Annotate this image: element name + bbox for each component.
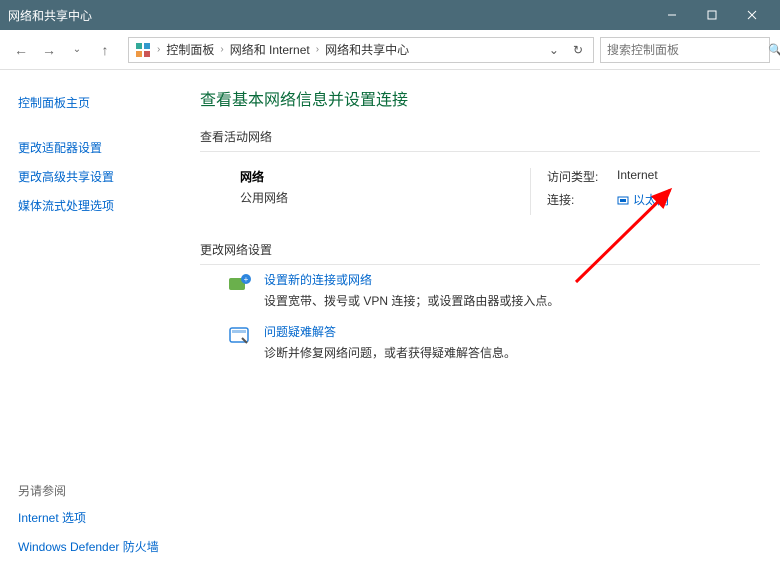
option-troubleshoot-desc: 诊断并修复网络问题，或者获得疑难解答信息。 [264, 344, 516, 361]
close-icon [747, 10, 757, 20]
recent-dropdown[interactable]: ⌄ [66, 39, 88, 61]
titlebar: 网络和共享中心 [0, 0, 780, 30]
sidebar-home-link[interactable]: 控制面板主页 [18, 88, 170, 117]
address-dropdown[interactable]: ⌄ [545, 43, 563, 57]
minimize-button[interactable] [652, 0, 692, 30]
connection-name: 以太网 [633, 191, 669, 208]
control-panel-icon [135, 42, 151, 58]
breadcrumb-item[interactable]: 网络和共享中心 [325, 41, 409, 58]
sidebar-link-advanced-sharing[interactable]: 更改高级共享设置 [18, 162, 170, 191]
connection-link[interactable]: 以太网 [617, 191, 669, 208]
troubleshoot-icon [226, 323, 254, 351]
option-new-connection-desc: 设置宽带、拨号或 VPN 连接；或设置路由器或接入点。 [264, 292, 559, 309]
change-settings-heading: 更改网络设置 [200, 241, 760, 265]
option-new-connection-link[interactable]: 设置新的连接或网络 [264, 271, 559, 288]
minimize-icon [667, 10, 677, 20]
network-category: 公用网络 [240, 189, 530, 206]
page-title: 查看基本网络信息并设置连接 [200, 86, 760, 110]
sidebar-link-media-streaming[interactable]: 媒体流式处理选项 [18, 191, 170, 220]
chevron-right-icon: › [157, 44, 160, 55]
address-bar[interactable]: › 控制面板 › 网络和 Internet › 网络和共享中心 ⌄ ↻ [128, 37, 594, 63]
window-title: 网络和共享中心 [8, 7, 652, 24]
refresh-button[interactable]: ↻ [569, 43, 587, 57]
svg-text:+: + [244, 275, 249, 284]
breadcrumb-item[interactable]: 网络和 Internet [230, 41, 310, 58]
sidebar-link-adapter-settings[interactable]: 更改适配器设置 [18, 133, 170, 162]
option-troubleshoot-link[interactable]: 问题疑难解答 [264, 323, 516, 340]
back-button[interactable]: ← [10, 39, 32, 61]
sidebar-link-defender-firewall[interactable]: Windows Defender 防火墙 [18, 532, 170, 561]
maximize-icon [707, 10, 717, 20]
search-input[interactable] [607, 43, 762, 57]
navbar: ← → ⌄ ↑ › 控制面板 › 网络和 Internet › 网络和共享中心 … [0, 30, 780, 70]
maximize-button[interactable] [692, 0, 732, 30]
see-also-heading: 另请参阅 [18, 482, 170, 499]
sidebar: 控制面板主页 更改适配器设置 更改高级共享设置 媒体流式处理选项 另请参阅 In… [0, 70, 180, 585]
close-button[interactable] [732, 0, 772, 30]
access-type-value: Internet [617, 168, 658, 185]
content-area: 查看基本网络信息并设置连接 查看活动网络 网络 公用网络 访问类型: Inter… [180, 70, 780, 585]
access-type-label: 访问类型: [547, 168, 607, 185]
option-new-connection: + 设置新的连接或网络 设置宽带、拨号或 VPN 连接；或设置路由器或接入点。 [226, 271, 760, 309]
forward-button[interactable]: → [38, 39, 60, 61]
breadcrumb-item[interactable]: 控制面板 [166, 41, 214, 58]
new-connection-icon: + [226, 271, 254, 299]
active-network-row: 网络 公用网络 访问类型: Internet 连接: 以太网 [200, 158, 760, 221]
option-troubleshoot: 问题疑难解答 诊断并修复网络问题，或者获得疑难解答信息。 [226, 323, 760, 361]
active-networks-heading: 查看活动网络 [200, 128, 760, 152]
search-box[interactable]: 🔍 [600, 37, 770, 63]
connections-label: 连接: [547, 191, 607, 209]
ethernet-icon [617, 194, 629, 206]
chevron-right-icon: › [220, 44, 223, 55]
sidebar-link-internet-options[interactable]: Internet 选项 [18, 503, 170, 532]
up-button[interactable]: ↑ [94, 39, 116, 61]
network-name: 网络 [240, 168, 530, 185]
search-icon: 🔍 [768, 43, 780, 57]
chevron-right-icon: › [316, 44, 319, 55]
